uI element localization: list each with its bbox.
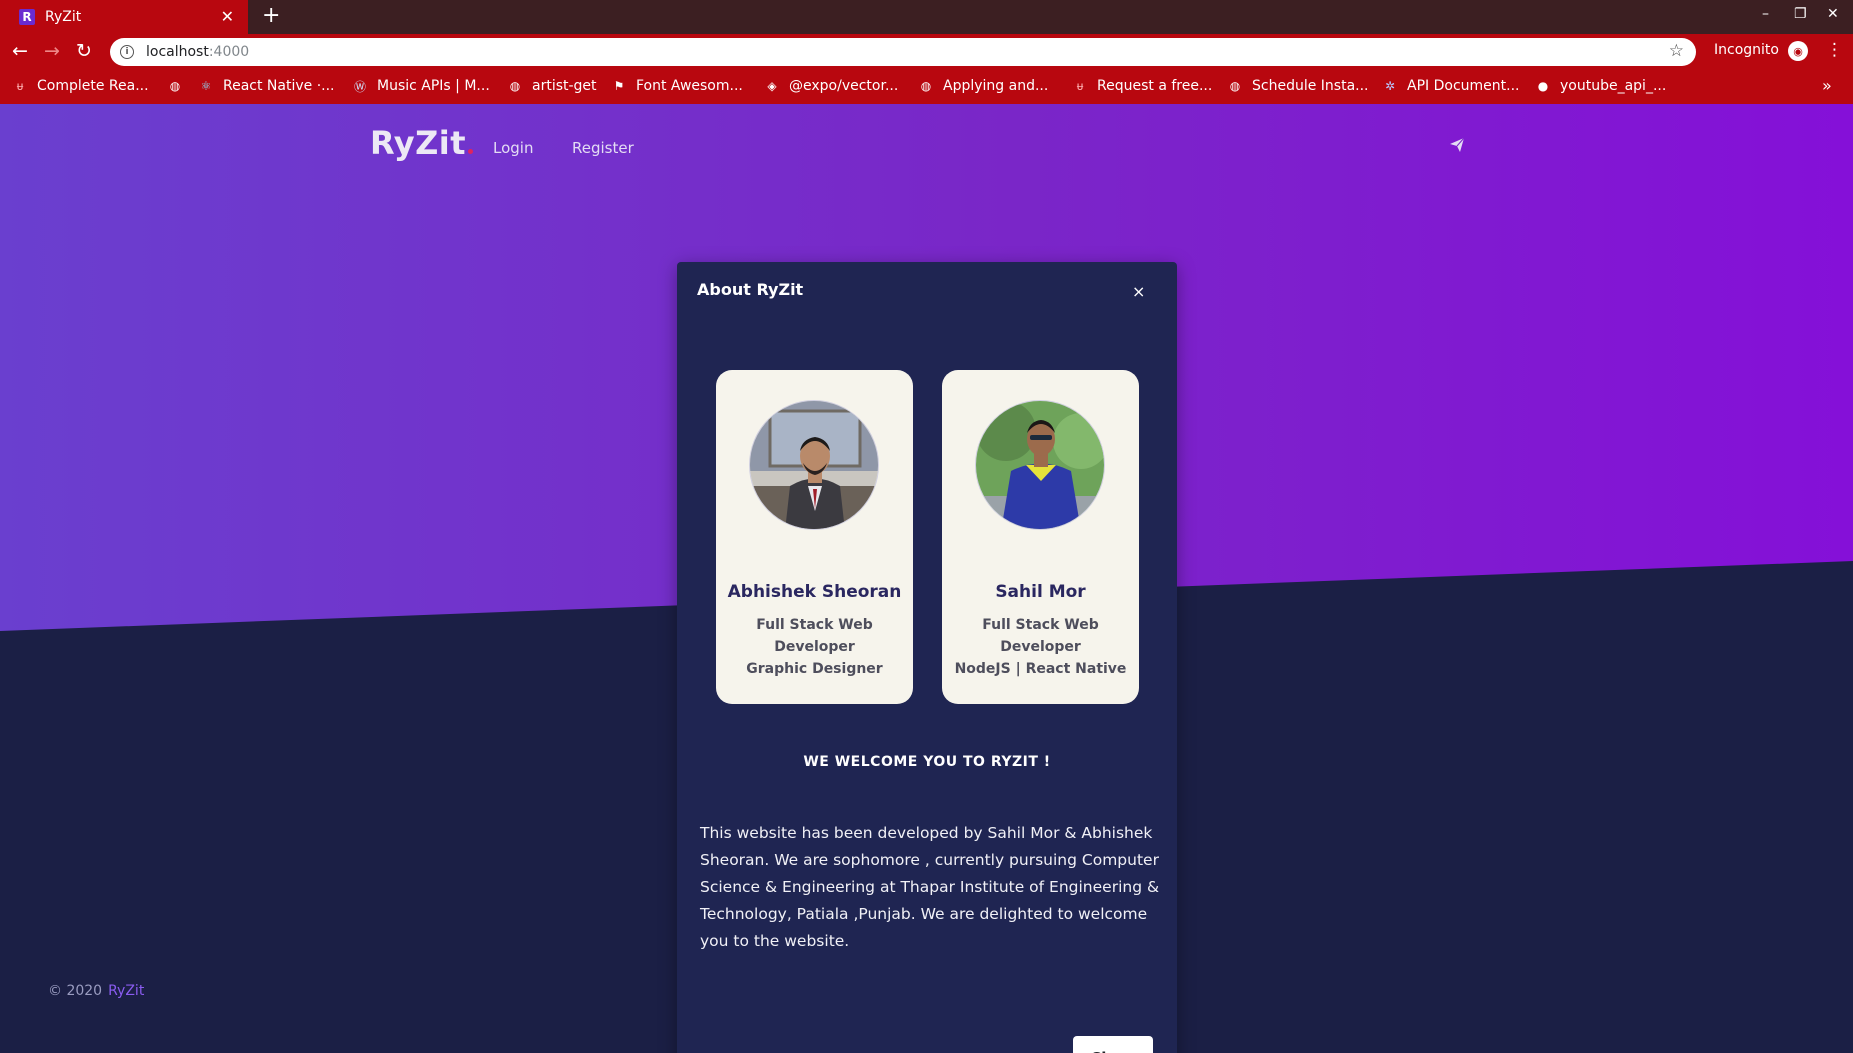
nav-login-link[interactable]: Login bbox=[493, 139, 533, 157]
avatar bbox=[749, 400, 879, 530]
bookmark-item[interactable]: ◍ bbox=[167, 78, 192, 94]
window-close-icon[interactable]: ✕ bbox=[1827, 6, 1839, 22]
bookmark-label: youtube_api_... bbox=[1560, 78, 1667, 94]
tab-strip: R RyZit ✕ + – ❐ ✕ bbox=[0, 0, 1853, 34]
bookmark-label: API Document... bbox=[1407, 78, 1520, 94]
bookmark-item[interactable]: Ⓦ Music APIs | M... bbox=[352, 78, 490, 94]
expo-icon: ◈ bbox=[767, 79, 777, 93]
bookmark-item[interactable]: ● youtube_api_... bbox=[1535, 78, 1667, 94]
react-atom-icon: ⚛ bbox=[200, 79, 212, 93]
about-paragraph: This website has been developed by Sahil… bbox=[700, 824, 1160, 950]
menu-kebab-icon[interactable]: ⋮ bbox=[1826, 40, 1843, 60]
page-viewport: RyZit Login Register © 2020 RyZit About R… bbox=[0, 104, 1853, 1053]
card-role-line: Graphic Designer bbox=[746, 661, 883, 677]
minimize-icon[interactable]: – bbox=[1762, 6, 1769, 22]
card-name: Sahil Mor bbox=[995, 582, 1086, 602]
url-text: localhost:4000 bbox=[146, 44, 249, 60]
url-host: localhost bbox=[146, 44, 209, 60]
globe-icon: ◍ bbox=[1229, 79, 1241, 93]
wordpress-icon: Ⓦ bbox=[353, 79, 366, 94]
bookmark-item[interactable]: ᵾ Request a free... bbox=[1072, 78, 1213, 94]
bookmark-label: Request a free... bbox=[1097, 78, 1213, 94]
browser-toolbar: ← → ↻ i localhost:4000 ☆ Incognito ◉ ⋮ bbox=[0, 34, 1853, 70]
new-tab-icon[interactable]: + bbox=[262, 3, 280, 28]
close-button[interactable]: Close bbox=[1073, 1036, 1153, 1053]
browser-tab[interactable]: R RyZit ✕ bbox=[0, 0, 248, 34]
reload-icon[interactable]: ↻ bbox=[76, 40, 92, 62]
footer-copyright: © 2020 bbox=[48, 983, 103, 999]
bookmark-label: React Native ·... bbox=[223, 78, 335, 94]
react-icon: ᵾ bbox=[16, 79, 24, 93]
back-icon[interactable]: ← bbox=[12, 40, 28, 62]
bookmark-item[interactable]: ⚑ Font Awesom... bbox=[611, 78, 743, 94]
footer: © 2020 RyZit bbox=[48, 983, 144, 999]
nav-register-link[interactable]: Register bbox=[572, 139, 634, 157]
avatar bbox=[975, 400, 1105, 530]
globe-icon: ◍ bbox=[920, 79, 932, 93]
card-role-line: Full Stack Web Developer bbox=[756, 617, 873, 655]
favicon-icon: R bbox=[19, 9, 35, 25]
url-port: :4000 bbox=[208, 44, 250, 60]
team-card: Abhishek Sheoran Full Stack Web Develope… bbox=[716, 370, 913, 704]
bookmark-label: @expo/vector... bbox=[789, 78, 899, 94]
tab-close-icon[interactable]: ✕ bbox=[221, 7, 234, 26]
bookmark-item[interactable]: ⚛ React Native ·... bbox=[198, 78, 335, 94]
bookmarks-bar: ᵾ Complete Rea... ◍ ⚛ React Native ·... Ⓦ M… bbox=[0, 70, 1853, 104]
brand-text: RyZit bbox=[370, 124, 467, 162]
bookmark-label: Complete Rea... bbox=[37, 78, 149, 94]
modal-close-icon[interactable]: × bbox=[1132, 282, 1145, 301]
team-card: Sahil Mor Full Stack Web Developer NodeJ… bbox=[942, 370, 1139, 704]
bookmark-label: Applying and... bbox=[943, 78, 1049, 94]
welcome-heading: WE WELCOME YOU TO RYZIT ! bbox=[803, 754, 1051, 770]
bookmark-item[interactable]: ᵾ Complete Rea... bbox=[12, 78, 149, 94]
restore-icon[interactable]: ❐ bbox=[1794, 6, 1807, 22]
asterisk-icon: ✲ bbox=[1384, 79, 1396, 93]
bookmark-item[interactable]: ◍ artist-get bbox=[507, 78, 597, 94]
github-icon: ● bbox=[1537, 79, 1549, 93]
site-logo[interactable]: RyZit bbox=[370, 124, 474, 162]
globe-icon: ◍ bbox=[169, 79, 181, 93]
paper-plane-icon[interactable] bbox=[1449, 137, 1465, 157]
about-modal: About RyZit × Abhishek Sheoran Full Stac… bbox=[677, 262, 1177, 1053]
site-info-icon[interactable]: i bbox=[120, 45, 134, 59]
bookmark-item[interactable]: ◍ Schedule Insta... bbox=[1227, 78, 1369, 94]
bookmark-item[interactable]: ◈ @expo/vector... bbox=[764, 78, 898, 94]
card-role: Full Stack Web Developer NodeJS | React … bbox=[942, 614, 1139, 680]
bookmark-label: Music APIs | M... bbox=[377, 78, 490, 94]
bookmark-label: artist-get bbox=[532, 78, 597, 94]
flag-icon: ⚑ bbox=[613, 79, 625, 93]
footer-brand-link[interactable]: RyZit bbox=[108, 983, 144, 999]
incognito-icon[interactable]: ◉ bbox=[1788, 41, 1808, 61]
forward-icon[interactable]: → bbox=[44, 40, 60, 62]
globe-icon: ◍ bbox=[509, 79, 521, 93]
modal-title: About RyZit bbox=[697, 280, 804, 299]
bookmark-item[interactable]: ✲ API Document... bbox=[1382, 78, 1520, 94]
card-role: Full Stack Web Developer Graphic Designe… bbox=[716, 614, 913, 680]
brand-dot bbox=[468, 149, 474, 154]
bookmark-label: Schedule Insta... bbox=[1252, 78, 1369, 94]
react-icon: ᵾ bbox=[1076, 79, 1084, 93]
tab-title: RyZit bbox=[45, 9, 82, 25]
bookmarks-overflow-icon[interactable]: » bbox=[1822, 76, 1832, 95]
card-name: Abhishek Sheoran bbox=[727, 582, 902, 602]
bookmark-star-icon[interactable]: ☆ bbox=[1669, 41, 1684, 61]
address-bar[interactable]: i localhost:4000 ☆ bbox=[110, 38, 1696, 66]
bookmark-label: Font Awesom... bbox=[636, 78, 743, 94]
card-role-line: Full Stack Web Developer bbox=[982, 617, 1099, 655]
bookmark-item[interactable]: ◍ Applying and... bbox=[918, 78, 1049, 94]
card-role-line: NodeJS | React Native bbox=[954, 661, 1127, 677]
incognito-label: Incognito bbox=[1714, 42, 1779, 58]
